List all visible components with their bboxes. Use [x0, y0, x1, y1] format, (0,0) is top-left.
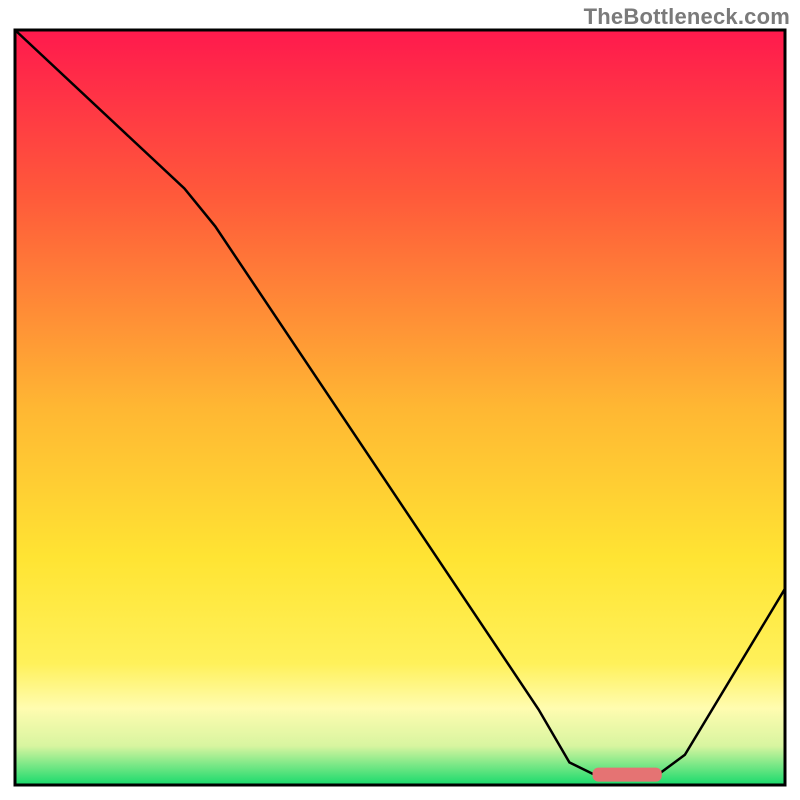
- plot-gradient-bg: [17, 32, 784, 784]
- bottleneck-chart: [0, 0, 800, 800]
- attribution-label: TheBottleneck.com: [584, 4, 790, 30]
- chart-container: TheBottleneck.com: [0, 0, 800, 800]
- target-marker: [593, 768, 662, 782]
